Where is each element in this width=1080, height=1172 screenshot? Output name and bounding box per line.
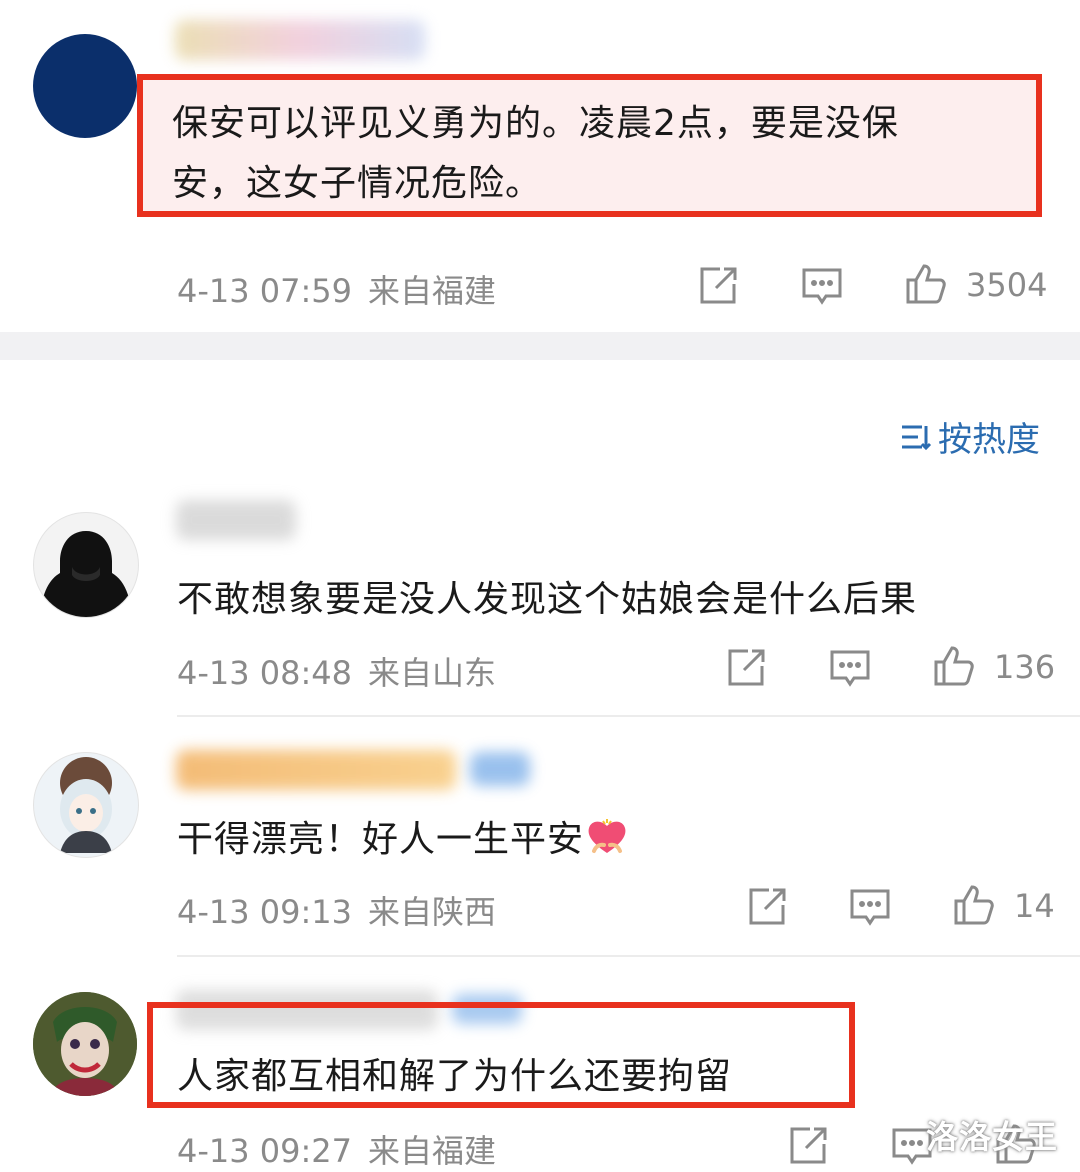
username-blurred[interactable] (175, 20, 425, 60)
comment-text: 人家都互相和解了为什么还要拘留 (177, 1056, 733, 1097)
comment-text: 不敢想象要是没人发现这个姑娘会是什么后果 (177, 579, 918, 620)
comment-time: 4-13 08:48 (177, 654, 353, 692)
watermark: 洛洛女王 (926, 1118, 1059, 1156)
username-blurred[interactable] (176, 750, 456, 790)
like-icon[interactable] (932, 644, 976, 688)
comment-meta: 4-13 09:13 来自陕西 (177, 887, 496, 933)
share-icon[interactable] (696, 264, 740, 308)
username-blurred[interactable] (176, 500, 296, 540)
like-count: 136 (994, 648, 1056, 686)
share-icon[interactable] (786, 1124, 830, 1168)
comment-text-line-1: 保安可以评见义勇为的。凌晨2点，要是没保 (172, 103, 899, 144)
comment-icon[interactable] (848, 885, 892, 929)
comment-location: 来自山东 (368, 654, 497, 692)
comment-time: 4-13 09:13 (177, 893, 353, 931)
avatar[interactable] (33, 34, 137, 138)
comment-icon[interactable] (800, 264, 844, 308)
heart-emoji-icon (588, 819, 626, 853)
like-count: 14 (1014, 887, 1055, 925)
sort-label: 按热度 (938, 420, 1040, 460)
comment-text-line-2: 安，这女子情况危险。 (172, 163, 543, 204)
comment-meta: 4-13 07:59 来自福建 (177, 266, 496, 312)
comment-location: 来自福建 (368, 272, 497, 310)
comment-meta: 4-13 09:27 来自福建 (177, 1126, 496, 1172)
comment-time: 4-13 07:59 (177, 272, 353, 310)
avatar[interactable] (33, 512, 139, 618)
like-icon[interactable] (904, 262, 948, 306)
like-count: 3504 (966, 266, 1048, 304)
avatar[interactable] (33, 992, 137, 1096)
comment-divider (177, 955, 1080, 957)
comment-location: 来自陕西 (368, 893, 497, 931)
comment-location: 来自福建 (368, 1132, 497, 1170)
comment-icon[interactable] (828, 646, 872, 690)
comment-meta: 4-13 08:48 来自山东 (177, 648, 496, 694)
sort-icon (902, 425, 932, 450)
comment-time: 4-13 09:27 (177, 1132, 353, 1170)
comment-text: 干得漂亮！好人一生平安 (177, 810, 628, 862)
avatar[interactable] (33, 752, 139, 858)
share-icon[interactable] (745, 885, 789, 929)
sort-control[interactable]: 按热度 (900, 412, 1040, 461)
user-badge-blurred (470, 752, 530, 786)
like-icon[interactable] (952, 883, 996, 927)
comment-divider (177, 715, 1080, 717)
share-icon[interactable] (724, 646, 768, 690)
section-separator (0, 332, 1080, 360)
